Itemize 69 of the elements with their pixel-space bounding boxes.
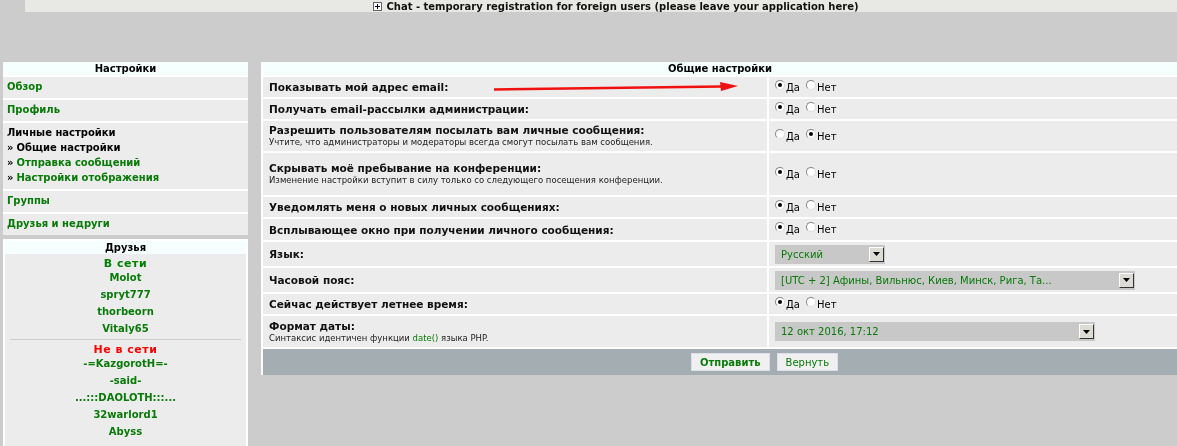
bullet-mark: » [7,172,14,183]
friend-link[interactable]: Molot [109,270,142,287]
radio-button[interactable] [775,79,785,90]
friend-link[interactable]: 32warlord1 [93,407,158,424]
expand-icon[interactable] [373,1,383,11]
setting-label: Язык: [269,248,304,260]
setting-hint: Синтаксис идентичен функции date() языка PHP. [269,332,490,344]
setting-label: Сейчас действует летнее время: [269,298,468,310]
radio-button[interactable] [805,222,816,232]
radio-label: Нет [816,298,837,310]
radio-button[interactable] [775,222,785,232]
setting-hint: Учтите, что администраторы и модераторы всегда смогут посылать вам сообщения. [269,136,654,148]
radio-label: Да [786,81,800,93]
friend-link[interactable]: thorbeorn [97,304,154,321]
radio-label: Да [786,103,800,115]
bullet-mark: » [7,142,14,153]
radio-label: Да [786,130,800,142]
panel-title: Друзья [5,241,246,254]
panel-title: Общие настройки [263,62,1177,75]
dropdown[interactable]: 12 окт 2016, 17:12 [775,322,1095,341]
setting-label: Часовой пояс: [269,274,355,286]
friend-link[interactable]: Abyss [108,424,143,441]
radio-button[interactable] [805,296,816,307]
radio-label: Да [786,168,800,180]
radio-label: Да [786,224,800,235]
menu-link[interactable]: Общие настройки [16,142,121,153]
radio-button[interactable] [775,166,785,177]
radio-label: Нет [816,224,837,235]
radio-button[interactable] [805,101,816,112]
radio-button[interactable] [775,296,785,307]
friend-link[interactable]: ...:::DAOLOTH:::... [74,390,176,407]
bullet-mark: » [7,157,14,168]
setting-label: Разрешить пользователям посылать вам личные сообщения: [269,124,645,136]
radio-button[interactable] [805,199,816,210]
menu-link[interactable]: Отправка сообщений [16,157,141,168]
radio-label: Нет [816,130,837,142]
status-heading: В сети [103,257,148,270]
radio-button[interactable] [775,101,785,112]
radio-button[interactable] [775,199,785,210]
panel-title: Настройки [3,62,248,75]
menu-link[interactable]: Настройки отображения [16,172,160,183]
radio-button[interactable] [805,79,816,90]
radio-button[interactable] [805,128,816,139]
radio-label: Да [786,201,800,213]
setting-label: Получать email-рассылки администрации: [269,103,529,115]
setting-label: Формат даты: [269,319,355,332]
friend-link[interactable]: -said- [109,373,142,390]
radio-label: Нет [816,201,837,213]
dropdown[interactable]: [UTC + 2] Афины, Вильнюс, Киев, Минск, Рига, Та... [775,270,1135,290]
radio-label: Да [786,298,800,310]
submit-button[interactable]: Отправить [690,353,770,371]
radio-button[interactable] [775,128,785,139]
setting-label: Показывать мой адрес email: [269,81,449,93]
status-heading: Не в сети [93,343,158,356]
setting-label: Скрывать моё пребывание на конференции: [269,162,542,174]
setting-hint: Изменение настройки вступит в силу только со следующего посещения конференции. [269,174,664,186]
friend-link[interactable]: spryt777 [100,287,151,304]
radio-button[interactable] [805,166,816,177]
friend-link[interactable]: Vitaly65 [102,321,149,338]
radio-label: Нет [816,103,837,115]
setting-label: Уведомлять меня о новых личных сообщениях: [269,201,560,213]
date-link[interactable]: date() [412,332,439,343]
friend-link[interactable]: -=KazgorotH=- [83,356,168,373]
radio-label: Нет [816,81,837,93]
setting-label: Всплывающее окно при получении личного сообщения: [269,223,614,236]
reset-button[interactable]: Вернуть [776,353,839,371]
radio-label: Нет [816,168,837,180]
dropdown[interactable]: Русский [775,244,885,264]
menu-section-label: Личные настройки [7,127,117,138]
